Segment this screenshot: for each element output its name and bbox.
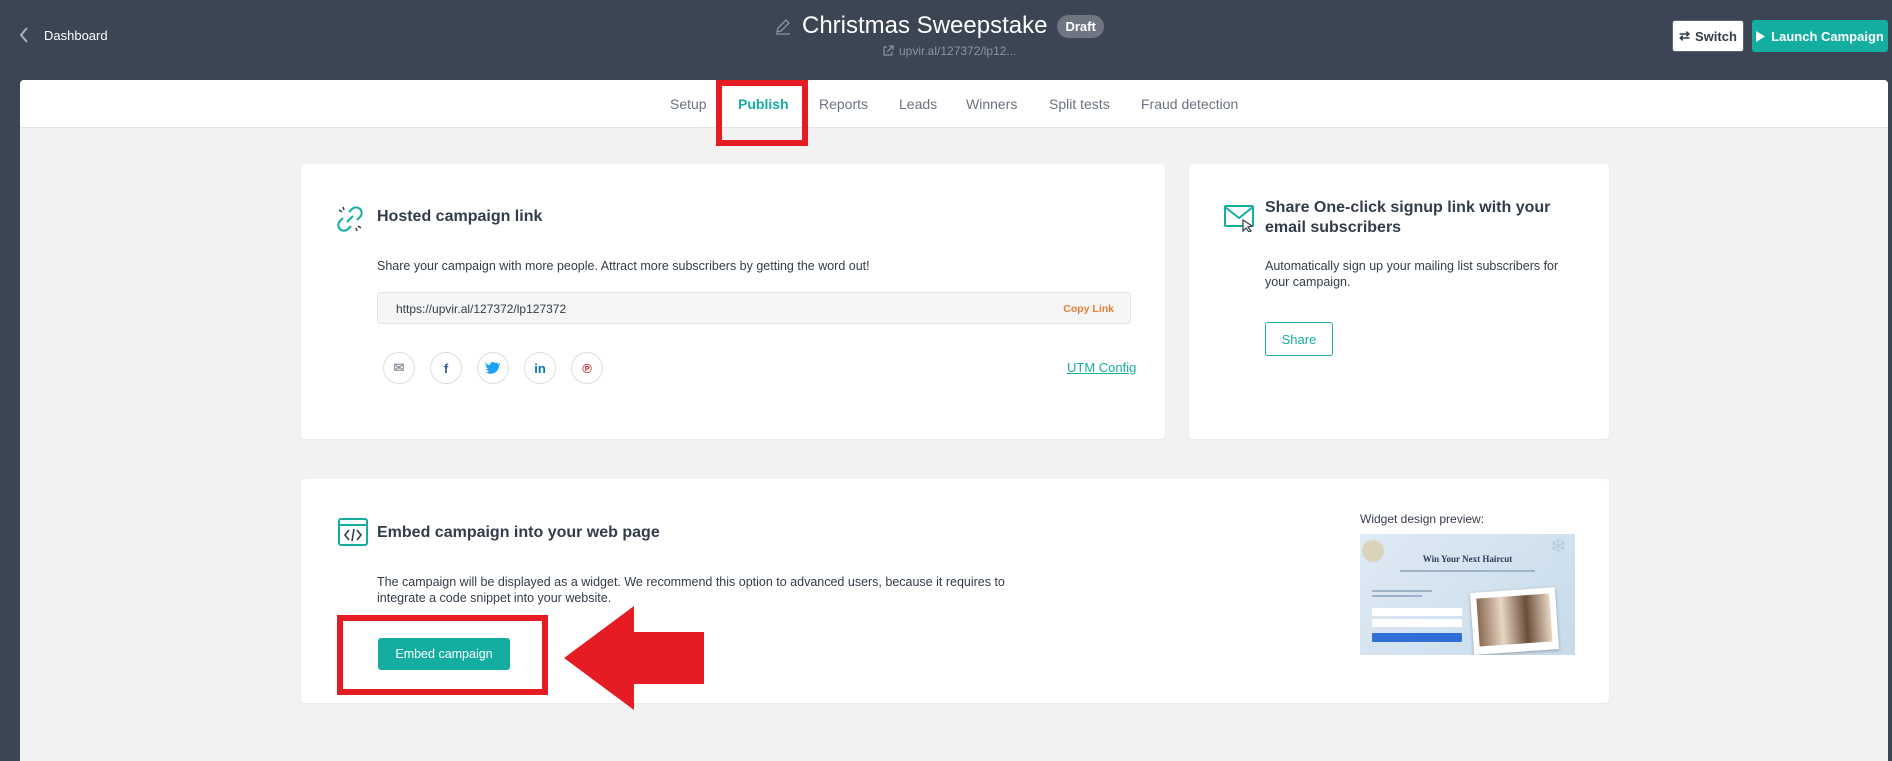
preview-text-line xyxy=(1400,570,1535,572)
status-badge: Draft xyxy=(1057,14,1104,38)
campaign-url-field[interactable]: https://upvir.al/127372/lp127372 Copy Li… xyxy=(377,292,1131,324)
play-icon xyxy=(1756,30,1766,42)
back-label: Dashboard xyxy=(44,27,108,43)
hosted-link-title: Hosted campaign link xyxy=(377,208,543,225)
preview-text-line xyxy=(1372,595,1422,597)
preview-input xyxy=(1372,608,1462,616)
tab-bar: Setup Publish Reports Leads Winners Spli… xyxy=(20,80,1888,128)
preview-script-text xyxy=(1480,580,1550,596)
link-icon xyxy=(337,206,363,232)
tab-setup[interactable]: Setup xyxy=(670,96,707,112)
share-card: Share One-click signup link with your em… xyxy=(1189,164,1609,439)
top-bar: Dashboard Christmas Sweepstake Draft upv… xyxy=(0,0,1892,80)
page-title[interactable]: Christmas Sweepstake xyxy=(802,12,1047,40)
publish-tab-highlight xyxy=(716,80,808,146)
widget-preview-label: Widget design preview: xyxy=(1360,512,1485,526)
pinterest-icon[interactable]: ℗ xyxy=(571,352,603,384)
tab-split-tests[interactable]: Split tests xyxy=(1049,96,1110,112)
preview-submit xyxy=(1372,633,1462,642)
chevron-left-icon xyxy=(19,27,28,43)
switch-label: Switch xyxy=(1695,28,1737,44)
red-arrow-icon xyxy=(564,606,704,710)
share-button[interactable]: Share xyxy=(1265,322,1333,356)
embed-button-highlight xyxy=(337,615,548,695)
tab-winners[interactable]: Winners xyxy=(966,96,1017,112)
pencil-icon[interactable] xyxy=(774,17,792,35)
preview-photo-frame xyxy=(1469,587,1560,655)
embed-title: Embed campaign into your web page xyxy=(377,524,660,541)
launch-label: Launch Campaign xyxy=(1771,28,1884,44)
tab-fraud-detection[interactable]: Fraud detection xyxy=(1141,96,1238,112)
envelope-icon xyxy=(1224,205,1254,232)
facebook-icon[interactable]: f xyxy=(430,352,462,384)
preview-text-line xyxy=(1372,590,1432,592)
hosted-link-description: Share your campaign with more people. At… xyxy=(377,259,870,273)
share-title: Share One-click signup link with your em… xyxy=(1265,199,1551,236)
back-to-dashboard[interactable]: Dashboard xyxy=(18,26,108,44)
external-link-icon xyxy=(883,45,894,56)
tab-leads[interactable]: Leads xyxy=(899,96,937,112)
preview-input xyxy=(1372,619,1462,627)
utm-config-link[interactable]: UTM Config xyxy=(1067,360,1136,375)
launch-campaign-button[interactable]: Launch Campaign xyxy=(1752,20,1888,52)
hosted-link-card: Hosted campaign link Share your campaign… xyxy=(301,164,1165,439)
linkedin-icon[interactable]: in xyxy=(524,352,556,384)
campaign-title-group: Christmas Sweepstake Draft xyxy=(774,12,1104,40)
twitter-icon[interactable] xyxy=(477,352,509,384)
switch-arrows-icon: ⇄ xyxy=(1679,28,1690,43)
copy-link-button[interactable]: Copy Link xyxy=(1063,303,1114,315)
switch-button[interactable]: ⇄ Switch xyxy=(1672,20,1744,52)
short-link[interactable]: upvir.al/127372/lp12... xyxy=(882,44,1016,58)
embed-description: The campaign will be displayed as a widg… xyxy=(377,575,1005,605)
preview-heading: Win Your Next Haircut xyxy=(1422,554,1513,564)
email-icon[interactable]: ✉ xyxy=(383,352,415,384)
campaign-url: https://upvir.al/127372/lp127372 xyxy=(396,302,567,316)
tab-reports[interactable]: Reports xyxy=(819,96,868,112)
share-description: Automatically sign up your mailing list … xyxy=(1265,259,1559,289)
short-link-text: upvir.al/127372/lp12... xyxy=(899,44,1017,58)
code-window-icon xyxy=(338,518,368,546)
preview-photo xyxy=(1476,593,1553,647)
widget-preview-image[interactable]: ❄ Win Your Next Haircut xyxy=(1360,534,1575,655)
